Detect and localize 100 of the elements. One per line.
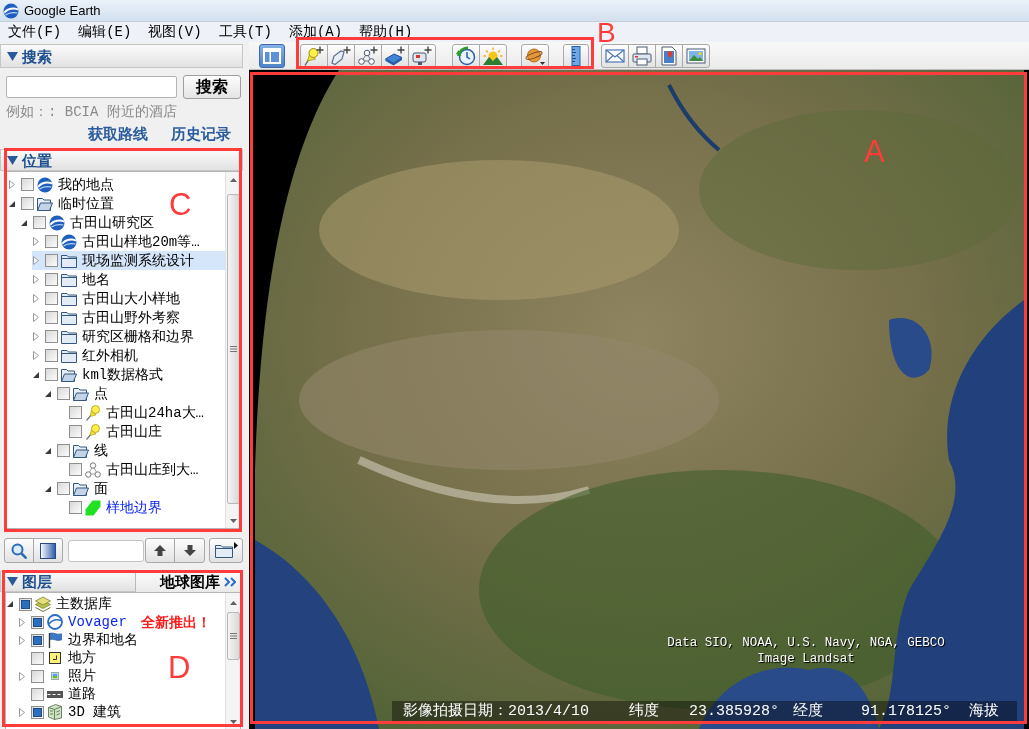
tree-item[interactable]: 古田山庄: [56, 422, 166, 441]
collapsed-arrow-icon[interactable]: [19, 707, 25, 717]
places-panel-toggle[interactable]: 位置: [7, 152, 52, 168]
tree-item[interactable]: 照片: [18, 667, 100, 685]
checkbox[interactable]: [21, 197, 34, 210]
checkbox[interactable]: [31, 705, 44, 719]
tree-item[interactable]: 道路: [18, 685, 100, 703]
checkbox[interactable]: [69, 425, 82, 438]
checkbox[interactable]: [57, 444, 70, 457]
checkbox[interactable]: [19, 597, 32, 611]
tree-item[interactable]: 红外相机: [32, 346, 142, 365]
add-path-button[interactable]: [354, 43, 382, 68]
collapsed-arrow-icon[interactable]: [19, 671, 25, 681]
email-button[interactable]: [601, 43, 629, 68]
checkbox[interactable]: [31, 633, 44, 647]
tree-item[interactable]: 古田山野外考察: [32, 308, 184, 327]
collapsed-arrow-icon[interactable]: [33, 332, 39, 341]
tree-item[interactable]: 古田山研究区: [20, 213, 158, 232]
tree-item[interactable]: 主数据库: [6, 595, 116, 613]
collapsed-arrow-icon[interactable]: [33, 256, 39, 265]
menu-item[interactable]: 文件(F): [4, 22, 66, 42]
search-button[interactable]: [4, 538, 34, 563]
checkbox[interactable]: [45, 273, 58, 286]
tree-item[interactable]: 古田山庄到大…: [56, 460, 203, 479]
scrollbar[interactable]: [225, 593, 240, 729]
ruler-button[interactable]: [563, 43, 589, 68]
panel-link[interactable]: 历史记录: [171, 126, 231, 141]
checkbox[interactable]: [69, 406, 82, 419]
scroll-down-arrow-icon[interactable]: [229, 519, 237, 523]
view-toggle-button[interactable]: [33, 538, 63, 563]
checkbox[interactable]: [45, 349, 58, 362]
tree-item[interactable]: 古田山24ha大…: [56, 403, 208, 422]
move-up-button[interactable]: [145, 538, 175, 563]
sidebar-button[interactable]: [259, 43, 285, 68]
checkbox[interactable]: [45, 311, 58, 324]
collapsed-arrow-icon[interactable]: [19, 617, 25, 627]
checkbox[interactable]: [31, 651, 44, 665]
menu-item[interactable]: 工具(T): [214, 22, 276, 42]
add-polygon-button[interactable]: [327, 43, 355, 68]
scroll-down-arrow-icon[interactable]: [229, 720, 237, 724]
menu-item[interactable]: 视图(V): [144, 22, 206, 42]
tree-item[interactable]: kml数据格式: [32, 365, 168, 384]
tree-item[interactable]: 研究区栅格和边界: [32, 327, 198, 346]
tree-item[interactable]: 地方: [18, 649, 100, 667]
expanded-arrow-icon[interactable]: [33, 371, 39, 378]
expanded-arrow-icon[interactable]: [7, 601, 13, 607]
checkbox[interactable]: [33, 216, 46, 229]
checkbox[interactable]: [21, 178, 34, 191]
expanded-arrow-icon[interactable]: [45, 485, 51, 492]
checkbox[interactable]: [45, 368, 58, 381]
tree-item[interactable]: 面: [44, 479, 112, 498]
move-down-button[interactable]: [174, 538, 205, 563]
tree-item[interactable]: 临时位置: [8, 194, 118, 213]
tree-item[interactable]: 地名: [32, 270, 114, 289]
collapsed-arrow-icon[interactable]: [19, 635, 25, 645]
historical-imagery-button[interactable]: [452, 43, 480, 68]
expanded-arrow-icon[interactable]: [9, 200, 15, 207]
sunlight-button[interactable]: [479, 43, 507, 68]
checkbox[interactable]: [45, 254, 58, 267]
add-placemark-button[interactable]: [300, 43, 328, 68]
checkbox[interactable]: [45, 330, 58, 343]
tree-item[interactable]: 边界和地名: [18, 631, 142, 649]
filter-field[interactable]: [68, 539, 144, 562]
checkbox[interactable]: [57, 387, 70, 400]
tree-item[interactable]: 样地边界: [56, 498, 166, 517]
tree-item[interactable]: Vovager 全新推出！: [18, 613, 215, 631]
expanded-arrow-icon[interactable]: [45, 390, 51, 397]
collapsed-arrow-icon[interactable]: [33, 275, 39, 284]
record-tour-button[interactable]: [408, 43, 436, 68]
menu-item[interactable]: 编辑(E): [74, 22, 136, 42]
tree-item[interactable]: 古田山大小样地: [32, 289, 184, 308]
tree-item[interactable]: 线: [44, 441, 112, 460]
expanded-arrow-icon[interactable]: [21, 219, 27, 226]
checkbox[interactable]: [31, 669, 44, 683]
tree-item[interactable]: 我的地点: [8, 175, 118, 194]
save-image-button[interactable]: [682, 43, 710, 68]
tree-item[interactable]: 3D 建筑: [18, 703, 126, 721]
planet-button[interactable]: [521, 43, 549, 68]
tree-item[interactable]: 古田山样地20m等…: [32, 232, 204, 251]
collapsed-arrow-icon[interactable]: [9, 180, 15, 189]
add-image-overlay-button[interactable]: [381, 43, 409, 68]
collapsed-arrow-icon[interactable]: [33, 351, 39, 360]
checkbox[interactable]: [69, 463, 82, 476]
tree-item[interactable]: 点: [44, 384, 112, 403]
scroll-up-arrow-icon[interactable]: [229, 601, 237, 605]
checkbox[interactable]: [45, 292, 58, 305]
scroll-thumb[interactable]: [226, 612, 240, 660]
expanded-arrow-icon[interactable]: [45, 447, 51, 454]
print-button[interactable]: [628, 43, 656, 68]
search-field[interactable]: [6, 76, 177, 98]
checkbox[interactable]: [31, 615, 44, 629]
folder-menu-button[interactable]: [209, 538, 243, 563]
collapsed-arrow-icon[interactable]: [33, 237, 39, 246]
checkbox[interactable]: [69, 501, 82, 514]
collapsed-arrow-icon[interactable]: [33, 294, 39, 303]
scroll-up-arrow-icon[interactable]: [229, 178, 237, 182]
tree-item[interactable]: 现场监测系统设计: [32, 251, 225, 270]
layers-panel-toggle[interactable]: 图层: [7, 574, 52, 589]
panel-link[interactable]: 获取路线: [88, 126, 148, 141]
checkbox[interactable]: [57, 482, 70, 495]
